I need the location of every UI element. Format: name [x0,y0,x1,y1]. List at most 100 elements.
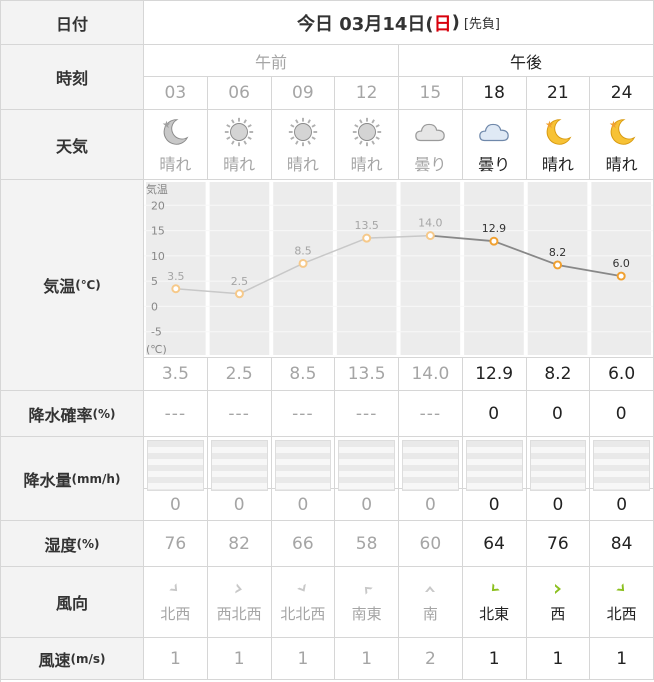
rain-bar-fill [529,440,587,491]
wind-speed-header: 風速 (m/s) [1,638,144,680]
chart-y-tick: 15 [151,225,165,238]
wind-dir-cell: 西 [526,567,591,638]
rain-prob-value: --- [271,391,336,437]
moon-icon [163,118,189,145]
rain-amount-bar [462,437,527,491]
humidity-value: 76 [144,521,208,567]
date-title: 今日 03月14日( 日 ) [先負] [144,1,654,45]
rain-amount-value: 0 [144,489,208,521]
wind-arrow-icon [554,583,561,594]
weather-text: 晴れ [286,154,319,174]
hour-cell: 06 [207,77,272,110]
temperature-value: 8.2 [526,358,591,391]
wind-dir-text: 西北西 [216,604,262,623]
wind-speed-value: 1 [144,638,208,680]
chart-data-label: 3.5 [167,270,184,283]
chart-y-tick: 0 [151,300,158,313]
temperature-value: 12.9 [462,358,527,391]
wind-arrow-icon [364,586,373,595]
chart-point [298,258,308,268]
wind-arrow-icon [297,583,306,592]
wind-dir-text: 西 [550,604,566,623]
chart-data-label: 13.5 [354,219,378,232]
chart-point [489,236,499,246]
weather-cell: 晴れ [335,110,399,180]
wind-dir-cell: 北北西 [271,567,336,638]
chart-data-label: 6.0 [612,257,629,270]
wind-arrow-icon [235,583,243,593]
temperature-value: 14.0 [399,358,463,391]
weather-cell: 晴れ [526,110,591,180]
weather-text: 晴れ [541,154,574,174]
sun-icon [352,117,381,146]
cloud-icon [415,123,446,141]
weather-cell: 晴れ [144,110,208,180]
rain-prob-value: 0 [526,391,591,437]
rain-amount-value: 0 [526,489,591,521]
temperature-value: 13.5 [335,358,399,391]
wind-dir-header: 風向 [1,567,144,638]
hour-cell: 18 [462,77,527,110]
wind-speed-value: 1 [335,638,399,680]
chart-point [362,233,372,243]
rain-prob-unit: (%) [92,406,116,421]
wind-speed-label: 風速 [38,650,71,670]
weather-cell: 晴れ [590,110,654,180]
weather-text: 晴れ [605,154,638,174]
chart-column-bg [464,181,524,356]
forecast-table: 日付 今日 03月14日( 日 ) [先負] 時刻 午前 午後 03 06 09 12… [0,0,654,682]
wind-dir-text: 北東 [479,604,510,623]
weather-text: 晴れ [159,154,192,174]
rain-prob-value: --- [399,391,463,437]
rain-bar-fill [338,440,395,491]
temperature-value: 2.5 [207,358,272,391]
rain-prob-value: --- [335,391,399,437]
wind-arrow-icon [169,582,178,591]
weather-text: 晴れ [350,154,383,174]
chart-y-tick: 5 [151,275,158,288]
chart-column-bg [400,181,461,356]
rain-prob-value: 0 [462,391,527,437]
chart-column-bg [336,181,397,356]
rain-amount-bar [271,437,336,491]
rain-bar-fill [210,440,268,491]
temperature-value: 3.5 [144,358,208,391]
chart-ylabel: 気温 [146,182,168,196]
wind-dir-text: 北北西 [280,604,326,623]
chart-point [171,284,181,294]
wind-dir-text: 北西 [160,604,191,623]
time-header: 時刻 [1,45,144,110]
wind-speed-value: 1 [207,638,272,680]
humidity-value: 64 [462,521,527,567]
chart-data-label: 8.5 [294,245,311,258]
humidity-value: 58 [335,521,399,567]
chart-point [553,260,563,270]
rain-amount-value: 0 [335,489,399,521]
chart-y-tick: -5 [151,326,162,339]
sun-icon [224,117,254,146]
date-header: 日付 [1,1,144,45]
weather-text: 晴れ [223,154,256,174]
rain-bar-fill [402,440,459,491]
weekday-sunday: 日 [433,13,452,35]
am-label: 午前 [144,45,399,77]
rain-bar-fill [274,440,332,491]
humidity-label: 湿度 [44,535,77,555]
chart-data-label: 8.2 [549,246,566,259]
wind-speed-value: 1 [271,638,336,680]
temperature-value: 8.5 [271,358,336,391]
rain-amount-value: 0 [462,489,527,521]
weather-text: 曇り [414,154,447,174]
rain-amount-value: 0 [207,489,272,521]
rain-bar-fill [147,440,204,491]
pm-label: 午後 [399,45,654,77]
rain-amount-header: 降水量 (mm/h) [1,437,144,521]
chart-data-label: 14.0 [418,217,442,230]
humidity-header: 湿度 (%) [1,521,144,567]
wind-arrow-icon [425,585,436,592]
wind-dir-cell: 南東 [335,567,399,638]
chart-unit-label: (℃) [146,343,167,356]
hour-cell: 21 [526,77,591,110]
hour-cell: 12 [335,77,399,110]
moon-icon [609,118,636,145]
